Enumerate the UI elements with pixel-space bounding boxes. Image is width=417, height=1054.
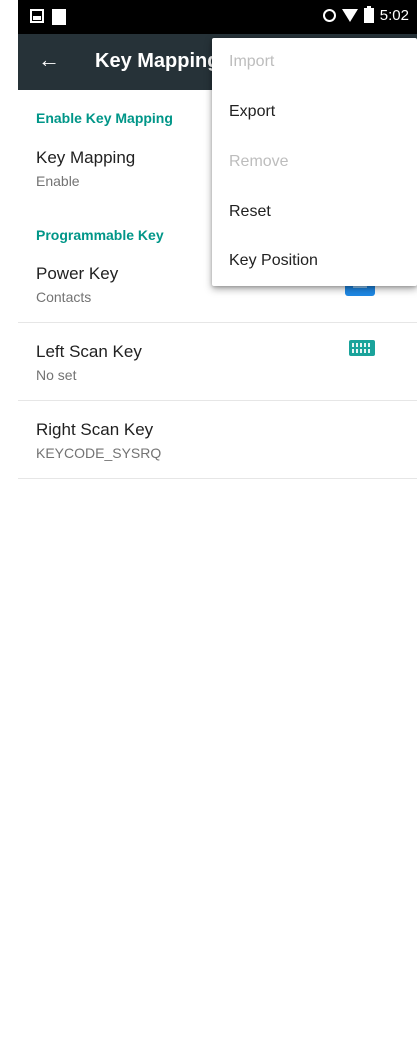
battery-icon (363, 6, 374, 23)
menu-item-import[interactable]: Import (229, 53, 274, 71)
arrow-left-icon[interactable]: ← (38, 48, 62, 72)
status-bar: 5:02 (18, 0, 417, 34)
divider (18, 478, 417, 479)
keyboard-icon (349, 340, 375, 356)
pref-title: Right Scan Key (36, 420, 154, 439)
menu-item-reset[interactable]: Reset (229, 203, 271, 221)
pref-summary: Enable (36, 173, 80, 189)
alarm-icon (322, 9, 336, 22)
pref-title: Left Scan Key (36, 342, 142, 361)
pref-summary: No set (36, 367, 77, 383)
menu-item-remove[interactable]: Remove (229, 153, 289, 171)
divider (18, 400, 417, 401)
category-header-enable-key-mapping: Enable Key Mapping (36, 110, 173, 126)
page-title: Key Mapping (95, 50, 220, 72)
pref-summary: Contacts (36, 289, 92, 305)
menu-item-export[interactable]: Export (229, 103, 275, 121)
overflow-menu: Import Export Remove Reset Key Position (212, 38, 417, 286)
status-right-icons: 5:02 (322, 6, 409, 24)
pref-title: Power Key (36, 264, 119, 283)
blank-notification-icon (52, 9, 66, 25)
menu-item-key-position[interactable]: Key Position (229, 252, 318, 270)
wifi-icon (341, 9, 358, 22)
pref-summary: KEYCODE_SYSRQ (36, 445, 162, 461)
status-time: 5:02 (379, 7, 409, 24)
image-notification-icon (30, 9, 44, 23)
app-screen: 5:02 ← Key Mapping Enable Key Mapping Ke… (18, 0, 417, 1054)
divider (18, 322, 417, 323)
category-header-programmable-key: Programmable Key (36, 227, 164, 243)
pref-title: Key Mapping (36, 148, 136, 167)
status-left-icons (30, 9, 66, 25)
